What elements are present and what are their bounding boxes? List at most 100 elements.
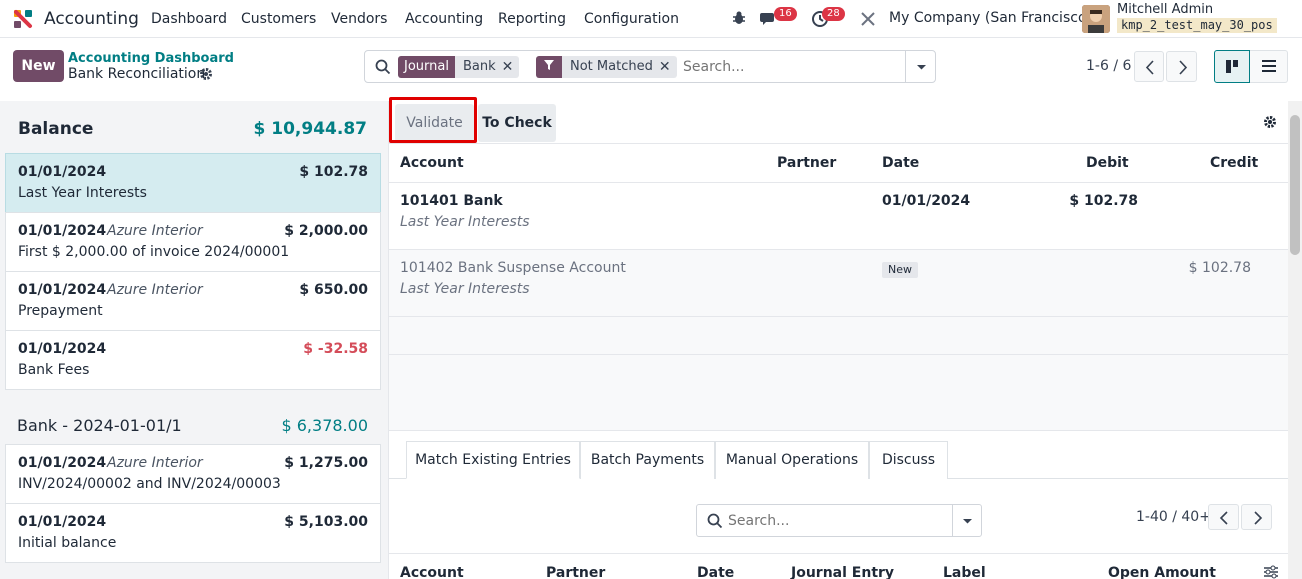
activities-count-badge: 28 — [822, 7, 845, 21]
menu-reporting[interactable]: Reporting — [498, 0, 566, 38]
tab-batch-payments[interactable]: Batch Payments — [580, 441, 715, 479]
line-label: INV/2024/00002 and INV/2024/00003 — [18, 476, 281, 492]
menu-customers[interactable]: Customers — [241, 0, 316, 38]
match-search-options-toggle[interactable] — [952, 505, 981, 536]
header-credit: Credit — [1210, 155, 1259, 171]
line-amount: $ 102.78 — [299, 164, 368, 180]
line-label: Initial balance — [18, 535, 117, 551]
line-amount: $ 650.00 — [299, 282, 368, 298]
match-search-input[interactable] — [728, 510, 943, 532]
search-input[interactable] — [683, 56, 903, 78]
match-search-bar — [696, 504, 982, 537]
line-partner: Azure Interior — [107, 223, 203, 239]
table-row[interactable]: 101402 Bank Suspense Account Last Year I… — [389, 250, 1288, 317]
statement-line[interactable]: 01/01/2024 $ 5,103.00 Initial balance — [5, 503, 381, 563]
header-date: Date — [882, 155, 920, 171]
top-navbar: Accounting Dashboard Customers Vendors A… — [0, 0, 1302, 38]
database-name: kmp_2_test_may_30_pos — [1117, 18, 1277, 33]
row-account: 101401 Bank — [400, 193, 503, 209]
reconciliation-panel: Validate To Check Account Partner Date D… — [389, 97, 1302, 579]
tab-match-existing-entries[interactable]: Match Existing Entries — [406, 441, 580, 479]
search-bar: Journal Bank ✕ Not Matched ✕ — [364, 50, 936, 83]
line-date: 01/01/2024 — [18, 514, 107, 530]
empty-row — [389, 317, 1288, 355]
settings-gear-icon[interactable] — [1263, 115, 1277, 129]
new-badge: New — [882, 262, 918, 278]
statement-line[interactable]: 01/01/2024 Azure Interior $ 2,000.00 Fir… — [5, 212, 381, 272]
line-date: 01/01/2024 — [18, 282, 107, 298]
highlight-box — [389, 97, 477, 143]
lines-table-header — [389, 145, 1288, 183]
apps-menu-icon[interactable] — [12, 8, 34, 30]
search-options-toggle[interactable] — [905, 51, 936, 82]
row-label: Last Year Interests — [400, 214, 530, 230]
match-header-open-amount: Open Amount — [1108, 565, 1216, 579]
statement-label[interactable]: Bank - 2024-01-01/1 — [17, 416, 182, 435]
user-avatar[interactable] — [1082, 5, 1110, 33]
line-label: Bank Fees — [18, 362, 90, 378]
match-header-journal-entry: Journal Entry — [791, 565, 895, 579]
menu-configuration[interactable]: Configuration — [584, 0, 679, 38]
menu-accounting[interactable]: Accounting — [405, 0, 483, 38]
line-partner: Azure Interior — [107, 455, 203, 471]
gear-icon[interactable] — [199, 67, 213, 81]
match-pager-value[interactable]: 1-40 / 40+ — [1136, 509, 1211, 525]
company-switcher[interactable]: My Company (San Francisco) — [889, 10, 1092, 26]
to-check-button[interactable]: To Check — [478, 104, 556, 142]
statement-lines-panel: Balance $ 10,944.87 01/01/2024 $ 102.78 … — [0, 101, 389, 579]
filter-icon — [536, 56, 562, 78]
row-credit: $ 102.78 — [1188, 260, 1251, 276]
scrollbar-thumb[interactable] — [1290, 115, 1300, 255]
search-icon — [375, 59, 391, 75]
line-amount: $ 1,275.00 — [284, 455, 368, 471]
header-partner: Partner — [777, 155, 837, 171]
line-label: Last Year Interests — [18, 185, 147, 201]
line-amount: $ 5,103.00 — [284, 514, 368, 530]
row-label: Last Year Interests — [400, 281, 530, 297]
table-row[interactable]: 101401 Bank Last Year Interests 01/01/20… — [389, 183, 1288, 250]
statement-line[interactable]: 01/01/2024 Azure Interior $ 1,275.00 INV… — [5, 444, 381, 504]
facet-journal-remove-icon[interactable]: ✕ — [497, 56, 520, 78]
line-partner: Azure Interior — [107, 282, 203, 298]
statement-amount: $ 6,378.00 — [281, 416, 368, 435]
statement-line[interactable]: 01/01/2024 $ -32.58 Bank Fees — [5, 330, 381, 390]
line-date: 01/01/2024 — [18, 223, 107, 239]
statement-line[interactable]: 01/01/2024 Azure Interior $ 650.00 Prepa… — [5, 271, 381, 331]
app-name[interactable]: Accounting — [44, 9, 139, 29]
match-header-date: Date — [697, 565, 735, 579]
scrollbar-track[interactable] — [1288, 101, 1302, 579]
pager-previous-button[interactable] — [1134, 51, 1164, 82]
menu-vendors[interactable]: Vendors — [331, 0, 387, 38]
facet-journal-category: Journal — [398, 56, 455, 78]
tab-discuss[interactable]: Discuss — [869, 441, 948, 479]
statement-line[interactable]: 01/01/2024 $ 102.78 Last Year Interests — [5, 153, 381, 213]
row-date: 01/01/2024 — [882, 193, 971, 209]
column-settings-icon[interactable] — [1263, 565, 1279, 579]
breadcrumb-parent[interactable]: Accounting Dashboard — [68, 51, 234, 66]
list-view-button[interactable] — [1250, 50, 1288, 83]
breadcrumb-current: Bank Reconciliation — [68, 66, 206, 82]
kanban-view-button[interactable] — [1214, 50, 1250, 83]
row-debit: $ 102.78 — [1069, 193, 1138, 209]
match-pager-next-button[interactable] — [1241, 504, 1272, 530]
facet-journal-value: Bank — [454, 56, 504, 78]
tab-manual-operations[interactable]: Manual Operations — [715, 441, 869, 479]
tools-icon[interactable] — [859, 10, 877, 28]
messages-count-badge: 16 — [774, 7, 797, 21]
facet-not-matched-value: Not Matched — [562, 56, 661, 78]
facet-journal: Journal Bank ✕ — [398, 56, 520, 78]
bug-icon[interactable] — [731, 10, 747, 26]
pager-next-button[interactable] — [1166, 51, 1197, 82]
new-button[interactable]: New — [13, 50, 64, 82]
pager-value[interactable]: 1-6 / 6 — [1086, 58, 1131, 74]
facet-not-matched-remove-icon[interactable]: ✕ — [654, 56, 677, 78]
match-header-partner: Partner — [546, 565, 606, 579]
match-pager-previous-button[interactable] — [1208, 504, 1239, 530]
menu-dashboard[interactable]: Dashboard — [151, 0, 227, 38]
match-header-account: Account — [400, 565, 464, 579]
user-name[interactable]: Mitchell Admin — [1117, 2, 1213, 17]
line-label: First $ 2,000.00 of invoice 2024/00001 — [18, 244, 290, 260]
empty-row — [389, 355, 1288, 431]
header-debit: Debit — [1086, 155, 1129, 171]
header-account: Account — [400, 155, 464, 171]
